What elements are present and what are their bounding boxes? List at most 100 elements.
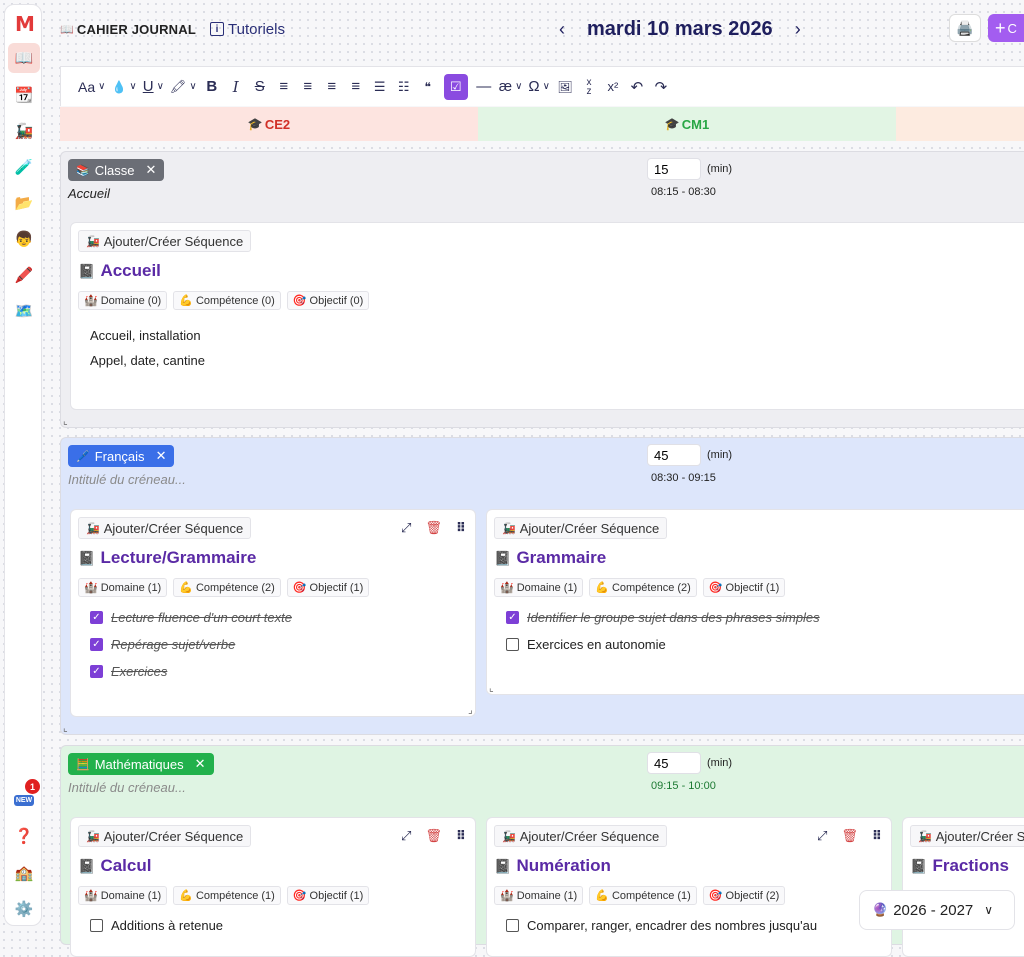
subject-tag-classe[interactable]: 📚 Classe ✕ (68, 159, 165, 181)
bullet-list-button[interactable]: ☰ (368, 74, 392, 100)
sequence-title[interactable]: 📓 Calcul (78, 856, 151, 876)
superscript-button[interactable]: x² (601, 74, 625, 100)
subject-tag-francais[interactable]: 🖊️ Français ✕ (68, 445, 175, 467)
class-tab-other[interactable] (896, 107, 1024, 141)
class-tab-ce2[interactable]: 🎓 CE2 (60, 107, 478, 141)
close-icon[interactable]: ✕ (195, 756, 206, 772)
sequence-title[interactable]: 📓 Numération (494, 856, 611, 876)
sidebar-item-journal[interactable]: 📖 (8, 43, 40, 73)
next-day-button[interactable]: › (791, 19, 805, 40)
resize-handle-icon[interactable]: ⌞ (468, 705, 473, 716)
italic-button[interactable]: I (224, 74, 248, 100)
help-button[interactable]: ❓ (8, 821, 40, 851)
prev-day-button[interactable]: ‹ (555, 19, 569, 40)
competence-chip[interactable]: 💪 Compétence (1) (589, 886, 697, 905)
sequence-title[interactable]: 📓 Lecture/Grammaire (78, 548, 256, 568)
trash-icon[interactable]: 🗑 (841, 828, 858, 844)
align-left-button[interactable]: ≡ (272, 74, 296, 100)
quote-button[interactable]: ❝ (416, 74, 440, 100)
competence-chip[interactable]: 💪 Compétence (2) (589, 578, 697, 597)
ordered-list-button[interactable]: ☷ (392, 74, 416, 100)
subscript-button[interactable]: xz (577, 74, 601, 100)
redo-button[interactable]: ↷ (649, 74, 673, 100)
school-button[interactable]: 🏫 (8, 858, 40, 888)
duration-input[interactable] (647, 752, 701, 774)
strike-button[interactable]: S (248, 74, 272, 100)
duration-input[interactable] (647, 158, 701, 180)
add-sequence-button[interactable]: 🚂 Ajouter/Créer Séquence (78, 825, 252, 847)
duration-input[interactable] (647, 444, 701, 466)
competence-chip[interactable]: 💪 Compétence (1) (173, 886, 281, 905)
app-logo[interactable]: M (8, 9, 40, 39)
drag-handle-icon[interactable]: ⠿ (872, 828, 882, 844)
align-justify-button[interactable]: ≡ (344, 74, 368, 100)
align-center-button[interactable]: ≡ (296, 74, 320, 100)
align-right-button[interactable]: ≡ (320, 74, 344, 100)
checkbox-checked[interactable]: ✓ (506, 611, 519, 624)
add-sequence-button[interactable]: 🚂 Ajouter/Créer Séquence (494, 825, 668, 847)
slot-title[interactable]: Accueil (68, 186, 110, 201)
sidebar-item-students[interactable]: 👦 (8, 224, 40, 254)
expand-icon[interactable]: ⤢ (401, 520, 411, 536)
tutorials-link[interactable]: i Tutoriels (210, 14, 285, 44)
checkbox-checked[interactable]: ✓ (90, 638, 103, 651)
objective-chip[interactable]: 🎯 Objectif (2) (702, 886, 786, 905)
sidebar-item-files[interactable]: 📂 (8, 188, 40, 218)
underline-dropdown[interactable]: U ∨ (140, 74, 167, 100)
resize-handle-icon[interactable]: ⌞ (63, 416, 68, 427)
sidebar-item-programs[interactable]: 🧪 (8, 152, 40, 182)
drag-handle-icon[interactable]: ⠿ (456, 828, 466, 844)
expand-icon[interactable]: ⤢ (817, 828, 827, 844)
sequence-title[interactable]: 📓 Accueil (78, 261, 161, 281)
close-icon[interactable]: ✕ (145, 162, 156, 178)
subject-tag-maths[interactable]: 🧮 Mathématiques ✕ (68, 753, 214, 775)
sidebar-item-gallery[interactable]: 🗺️ (8, 296, 40, 326)
add-button[interactable]: + C (988, 14, 1024, 42)
domain-chip[interactable]: 🏰 Domaine (1) (78, 578, 168, 597)
sequence-title[interactable]: 📓 Fractions (910, 856, 1009, 876)
domain-chip[interactable]: 🏰 Domaine (1) (494, 886, 584, 905)
undo-button[interactable]: ↶ (625, 74, 649, 100)
checkbox-unchecked[interactable] (90, 919, 103, 932)
objective-chip[interactable]: 🎯 Objectif (1) (702, 578, 786, 597)
sidebar-item-evaluations[interactable]: 🖍️ (8, 260, 40, 290)
checkbox-unchecked[interactable] (506, 919, 519, 932)
class-tab-cm1[interactable]: 🎓 CM1 (478, 107, 896, 141)
sidebar-item-sequences[interactable]: 🚂 (8, 116, 40, 146)
add-sequence-button[interactable]: 🚂 Ajouter/Créer S (910, 825, 1024, 847)
resize-handle-icon[interactable]: ⌞ (489, 683, 494, 694)
school-year-selector[interactable]: 🔮 2026 - 2027 ∨ (859, 890, 1015, 930)
font-size-dropdown[interactable]: Aa ∨ (75, 74, 108, 100)
special-char-dropdown[interactable]: Ω ∨ (525, 74, 553, 100)
image-button[interactable]: 🖼 (553, 74, 577, 100)
bold-button[interactable]: B (200, 74, 224, 100)
add-sequence-button[interactable]: 🚂 Ajouter/Créer Séquence (494, 517, 668, 539)
checkbox-checked[interactable]: ✓ (90, 611, 103, 624)
checkbox-unchecked[interactable] (506, 638, 519, 651)
domain-chip[interactable]: 🏰 Domaine (0) (78, 291, 168, 310)
drag-handle-icon[interactable]: ⠿ (456, 520, 466, 536)
domain-chip[interactable]: 🏰 Domaine (1) (494, 578, 584, 597)
news-button[interactable]: NEW 1 (8, 779, 40, 815)
card-content[interactable]: Accueil, installation Appel, date, canti… (90, 323, 205, 373)
objective-chip[interactable]: 🎯 Objectif (0) (286, 291, 370, 310)
horizontal-rule-button[interactable]: — (472, 74, 496, 100)
add-sequence-button[interactable]: 🚂 Ajouter/Créer Séquence (78, 230, 252, 252)
competence-chip[interactable]: 💪 Compétence (2) (173, 578, 281, 597)
print-button[interactable]: 🖨️ (949, 14, 981, 42)
competence-chip[interactable]: 💪 Compétence (0) (173, 291, 281, 310)
ligature-dropdown[interactable]: æ ∨ (496, 74, 526, 100)
objective-chip[interactable]: 🎯 Objectif (1) (286, 578, 370, 597)
slot-title-input[interactable]: Intitulé du créneau... (68, 472, 186, 487)
sidebar-item-calendar[interactable]: 📆 (8, 80, 40, 110)
resize-handle-icon[interactable]: ⌞ (63, 723, 68, 734)
trash-icon[interactable]: 🗑 (425, 520, 442, 536)
objective-chip[interactable]: 🎯 Objectif (1) (286, 886, 370, 905)
close-icon[interactable]: ✕ (156, 448, 167, 464)
settings-button[interactable]: ⚙️ (8, 894, 40, 924)
sequence-title[interactable]: 📓 Grammaire (494, 548, 606, 568)
expand-icon[interactable]: ⤢ (401, 828, 411, 844)
add-sequence-button[interactable]: 🚂 Ajouter/Créer Séquence (78, 517, 252, 539)
highlight-dropdown[interactable]: 🖍 ∨ (167, 74, 200, 100)
trash-icon[interactable]: 🗑 (425, 828, 442, 844)
